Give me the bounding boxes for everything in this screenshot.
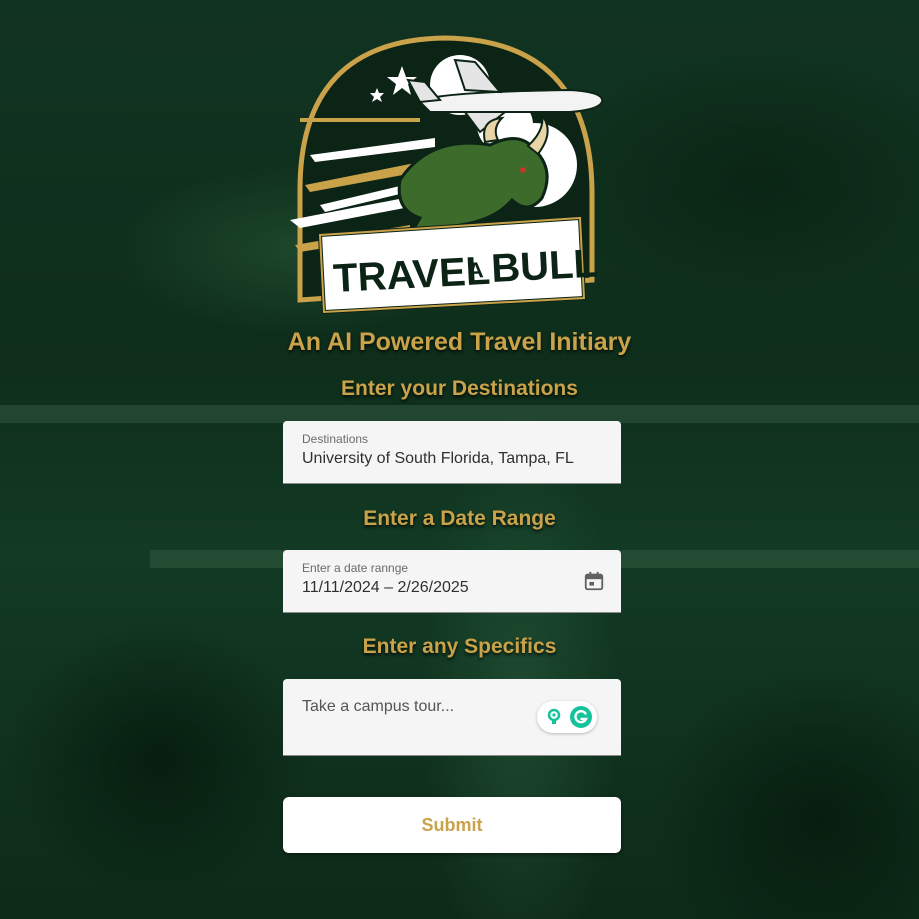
- grammarly-icon[interactable]: [569, 705, 593, 729]
- page-title: An AI Powered Travel Initiary: [287, 328, 632, 356]
- specifics-textarea[interactable]: Take a campus tour...: [302, 698, 454, 716]
- logo-text-a: A: [467, 257, 484, 283]
- destinations-heading: Enter your Destinations: [341, 377, 578, 400]
- grammarly-widget[interactable]: [537, 701, 597, 733]
- logo-text-bull: BULL: [490, 241, 599, 291]
- travel-a-bull-logo: TRAVEL A BULL: [290, 35, 604, 315]
- destinations-input[interactable]: University of South Florida, Tampa, FL: [302, 450, 574, 468]
- date-range-label: Enter a date rannge: [302, 561, 409, 575]
- submit-button[interactable]: Submit: [283, 797, 621, 853]
- lightbulb-icon[interactable]: [542, 705, 566, 729]
- calendar-icon[interactable]: [583, 570, 605, 592]
- date-range-input[interactable]: 11/11/2024 – 2/26/2025: [302, 579, 469, 597]
- specifics-heading: Enter any Specifics: [362, 635, 557, 658]
- destinations-field[interactable]: Destinations University of South Florida…: [283, 421, 621, 484]
- destinations-label: Destinations: [302, 432, 369, 446]
- date-range-heading: Enter a Date Range: [363, 507, 556, 530]
- specifics-field[interactable]: Take a campus tour...: [283, 679, 621, 756]
- date-range-field[interactable]: Enter a date rannge 11/11/2024 – 2/26/20…: [283, 550, 621, 613]
